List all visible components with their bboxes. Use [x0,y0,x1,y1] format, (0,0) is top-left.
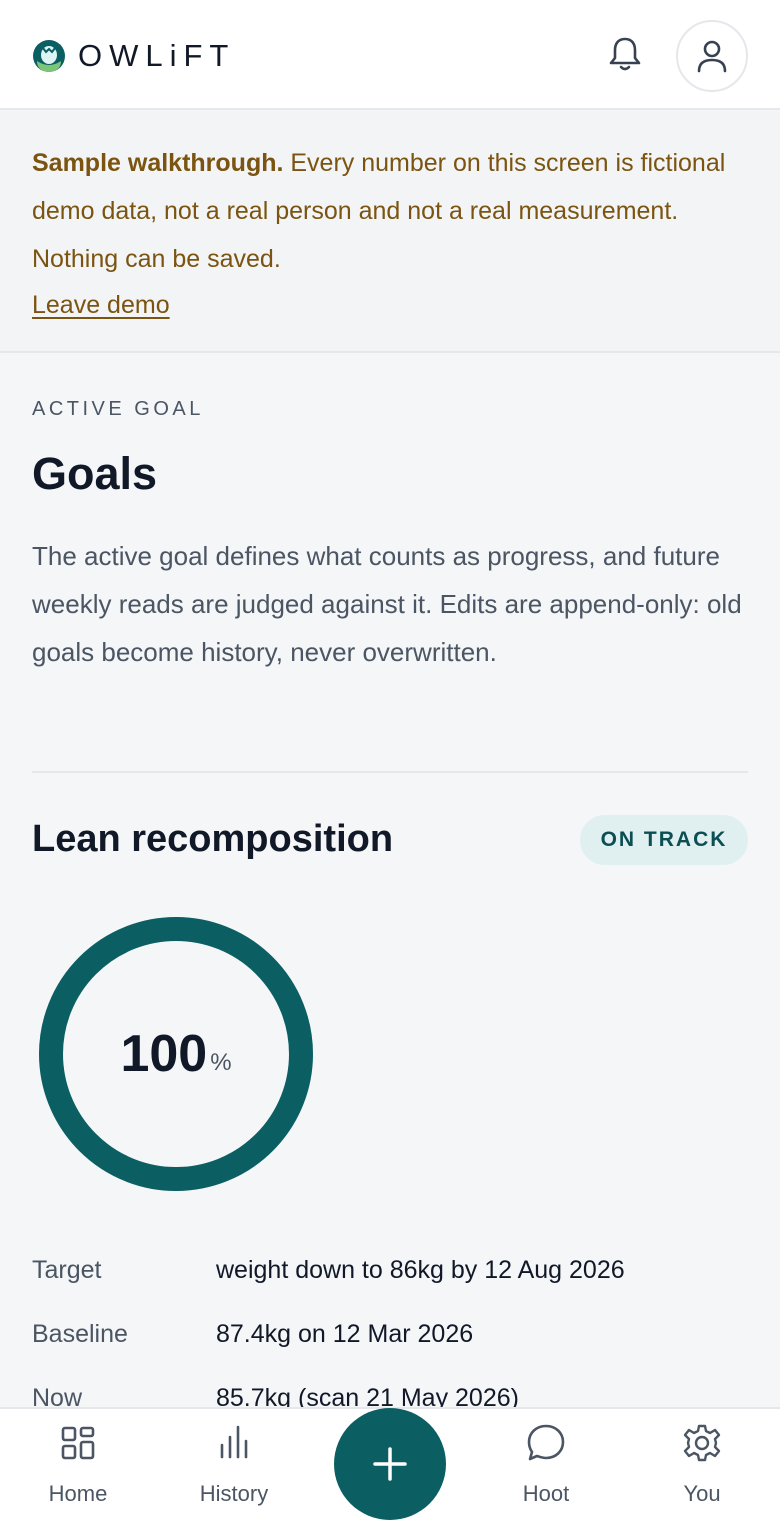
owl-logo-icon [33,40,65,72]
page-description: The active goal defines what counts as p… [32,541,742,667]
goal-name: Lean recomposition [32,818,394,860]
demo-banner-heading: Sample walkthrough. [32,149,284,177]
nav-label: You [683,1481,721,1506]
detail-row-target: Target weight down to 86kg by 12 Aug 202… [32,1256,748,1285]
brand-logo[interactable]: OWLiFT [32,38,235,74]
page-title: Goals [32,448,158,499]
nav-label: Hoot [522,1481,570,1506]
detail-row-baseline: Baseline 87.4kg on 12 Mar 2026 [32,1320,748,1349]
nav-item-home[interactable]: Home [18,1423,138,1507]
detail-label: Target [32,1256,102,1284]
nav-item-you[interactable]: You [642,1423,762,1507]
brand-name: OWLiFT [78,38,236,73]
progress-value: 100% [38,916,314,1192]
nav-label: History [199,1481,269,1506]
plus-icon [373,1447,407,1481]
nav-label: Home [48,1481,108,1506]
bar-chart-icon [220,1425,248,1459]
progress-number: 100 [120,1025,208,1083]
progress-unit: % [210,1049,232,1076]
detail-value: 87.4kg on 12 Mar 2026 [216,1320,474,1348]
detail-label: Baseline [32,1320,128,1348]
add-button[interactable] [334,1408,446,1520]
profile-button[interactable] [676,20,748,92]
app-header: OWLiFT [0,0,780,110]
gear-icon [683,1424,721,1462]
status-badge: ON TRACK [580,815,748,865]
nav-item-hoot[interactable]: Hoot [486,1423,606,1507]
user-icon [697,40,727,73]
notifications-button[interactable] [604,33,646,75]
bell-icon [609,37,641,71]
detail-value: weight down to 86kg by 12 Aug 2026 [216,1256,625,1284]
demo-banner: Sample walkthrough. Every number on this… [0,111,780,353]
grid-icon [61,1426,95,1460]
leave-demo-link[interactable]: Leave demo [32,291,170,320]
section-eyebrow: ACTIVE GOAL [32,398,204,420]
chat-bubble-icon [527,1424,565,1461]
nav-item-history[interactable]: History [174,1423,294,1507]
demo-banner-text: Sample walkthrough. Every number on this… [32,139,748,283]
divider [32,771,748,773]
